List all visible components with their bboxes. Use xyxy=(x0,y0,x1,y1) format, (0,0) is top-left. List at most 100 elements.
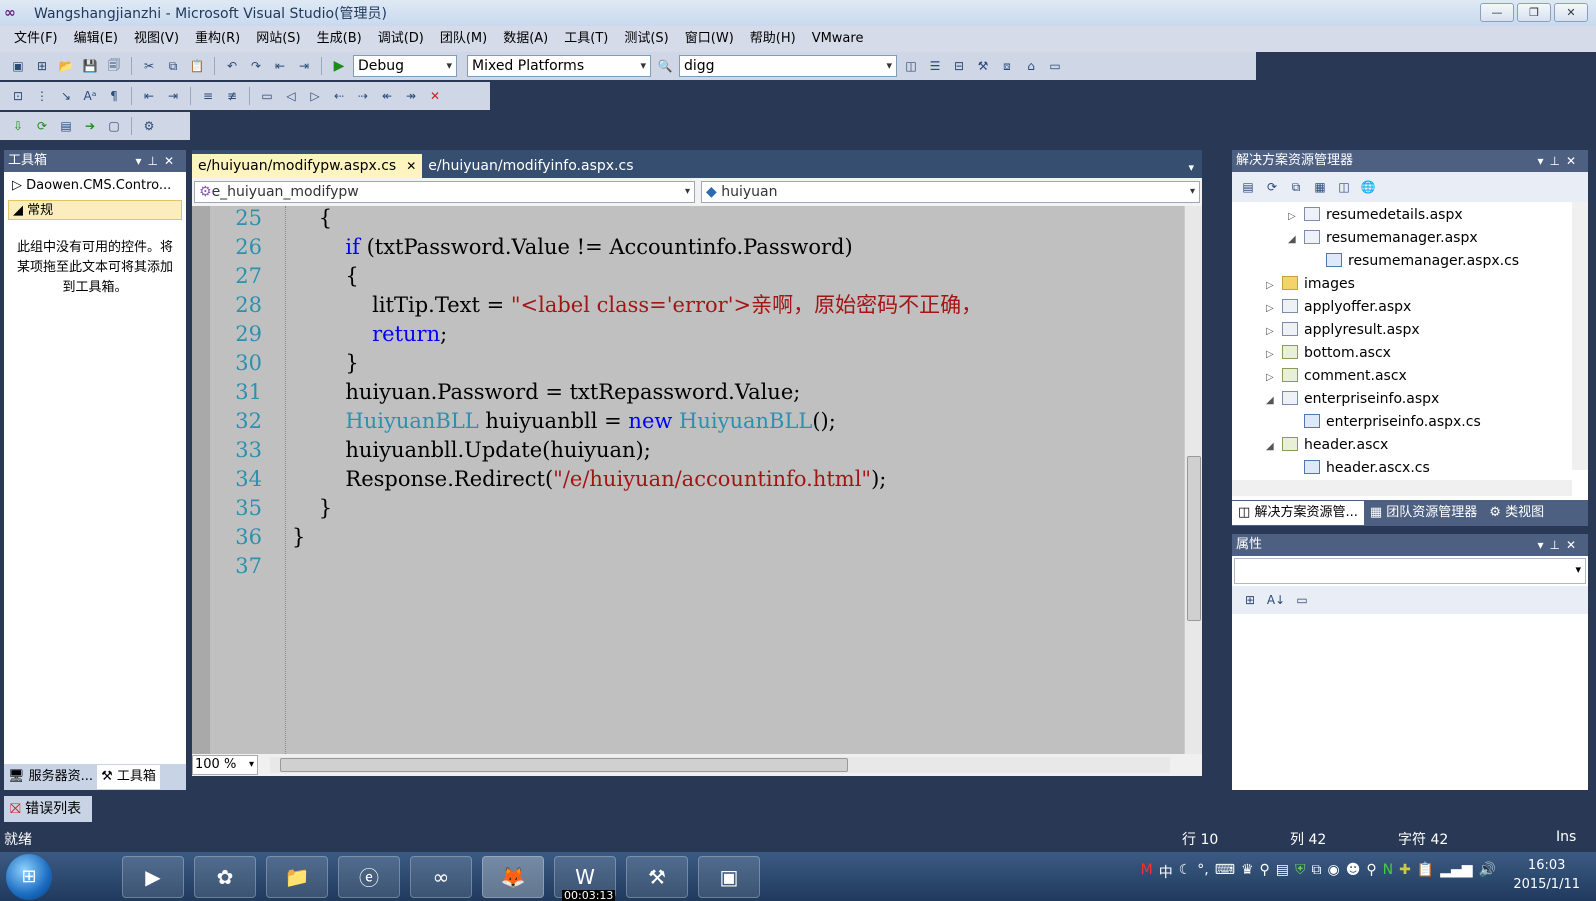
firefox-task[interactable]: 🦊 xyxy=(482,855,544,898)
note-icon[interactable]: N xyxy=(1383,862,1393,882)
tab-list-dropdown-icon[interactable]: ▾ xyxy=(1180,161,1202,178)
document-tray-icon[interactable]: ▤ xyxy=(1276,862,1289,882)
code-line[interactable]: 26 if (txtPassword.Value != Accountinfo.… xyxy=(192,233,1184,262)
toolbox-icon[interactable]: ⚒ xyxy=(973,56,993,76)
keyboard-icon[interactable]: ⌨ xyxy=(1215,862,1235,882)
comment-icon[interactable]: ≡ xyxy=(198,86,218,106)
save-all-icon[interactable]: 🗐 xyxy=(104,56,124,76)
add-item-icon[interactable]: ⊞ xyxy=(32,56,52,76)
decrease-indent-icon[interactable]: ⇤ xyxy=(139,86,159,106)
search-tray-icon[interactable]: ⚲ xyxy=(1366,862,1376,882)
dropdown-icon[interactable]: ▾ xyxy=(1537,538,1549,552)
code-line[interactable]: 32 HuiyuanBLL huiyuanbll = new HuiyuanBL… xyxy=(192,407,1184,436)
menu-item[interactable]: 视图(V) xyxy=(126,26,187,52)
tree-item[interactable]: ▷ resumedetails.aspx xyxy=(1288,204,1463,227)
close-icon[interactable]: ✕ xyxy=(1566,154,1582,168)
menu-item[interactable]: 工具(T) xyxy=(556,26,616,52)
tab-class-view[interactable]: ⚙ 类视图 xyxy=(1483,501,1550,525)
tab-modifyinfo[interactable]: e/huiyuan/modifyinfo.aspx.cs xyxy=(422,154,639,178)
gmail-icon[interactable]: M xyxy=(1141,862,1153,882)
toolbox-group-general[interactable]: ◢ 常规 xyxy=(8,200,182,220)
moon-icon[interactable]: ☾ xyxy=(1179,862,1192,882)
media-player-task[interactable]: ▶ xyxy=(122,855,184,898)
menu-item[interactable]: 编辑(E) xyxy=(66,26,126,52)
restore-button[interactable]: ❐ xyxy=(1517,3,1551,22)
network-tray-icon[interactable]: ⧉ xyxy=(1312,862,1322,882)
tray-tool-icon[interactable]: ⚲ xyxy=(1260,862,1270,882)
cancel-build-icon[interactable]: ▢ xyxy=(104,116,124,136)
publish-icon[interactable]: ➔ xyxy=(80,116,100,136)
find-combo[interactable]: digg xyxy=(679,55,897,77)
code-line[interactable]: 36} xyxy=(192,523,1184,552)
quick-info-icon[interactable]: Aᵃ xyxy=(80,86,100,106)
menu-item[interactable]: 生成(B) xyxy=(309,26,370,52)
close-window-button[interactable]: ✕ xyxy=(1554,3,1588,22)
rebuild-icon[interactable]: ⟳ xyxy=(32,116,52,136)
prev-bookmark-doc-icon[interactable]: ↞ xyxy=(377,86,397,106)
build-selection-icon[interactable]: ▤ xyxy=(56,116,76,136)
code-line[interactable]: 33 huiyuanbll.Update(huiyuan); xyxy=(192,436,1184,465)
menu-item[interactable]: 网站(S) xyxy=(248,26,308,52)
class-navigation-select[interactable]: ⚙e_huiyuan_modifypw xyxy=(194,181,695,203)
tab-team-explorer[interactable]: ▦ 团队资源管理器 xyxy=(1364,501,1483,525)
tree-item[interactable]: ▷ comment.ascx xyxy=(1266,365,1407,388)
member-navigation-select[interactable]: ◆ huiyuan xyxy=(701,181,1200,203)
window-task[interactable]: ▣ xyxy=(698,855,760,898)
vertical-scrollbar[interactable] xyxy=(1184,206,1202,754)
code-line[interactable]: 25 { xyxy=(192,206,1184,233)
clipboard-icon[interactable]: 📋 xyxy=(1417,862,1434,882)
explorer-task[interactable]: 📁 xyxy=(266,855,328,898)
web-config-icon[interactable]: 🌐 xyxy=(1358,177,1378,197)
code-line[interactable]: 30 } xyxy=(192,349,1184,378)
dropdown-icon[interactable]: ▾ xyxy=(1537,154,1549,168)
skin-icon[interactable]: ♛ xyxy=(1241,862,1254,882)
refresh-icon[interactable]: ⟳ xyxy=(1262,177,1282,197)
tree-item[interactable]: ◢ resumemanager.aspx xyxy=(1288,227,1478,250)
punctuation-icon[interactable]: °, xyxy=(1197,862,1208,882)
toolbox-group-daowen[interactable]: ▷ Daowen.CMS.Contro... xyxy=(8,176,182,196)
properties-icon[interactable]: ☰ xyxy=(925,56,945,76)
close-icon[interactable]: ✕ xyxy=(1566,538,1582,552)
code-line[interactable]: 28 litTip.Text = "<label class='error'>亲… xyxy=(192,291,1184,320)
next-bookmark-folder-icon[interactable]: ⇢ xyxy=(353,86,373,106)
solution-config-select[interactable]: Debug xyxy=(353,55,457,77)
horizontal-scroll-thumb[interactable] xyxy=(280,758,848,772)
find-in-files-icon[interactable]: 🔍 xyxy=(655,56,675,76)
navigate-forward-icon[interactable]: ⇥ xyxy=(294,56,314,76)
add-icon[interactable]: ✚ xyxy=(1399,862,1411,882)
tree-item[interactable]: ◢ enterpriseinfo.aspx xyxy=(1266,388,1439,411)
menu-item[interactable]: 文件(F) xyxy=(6,26,66,52)
tree-horizontal-scrollbar[interactable] xyxy=(1232,480,1572,496)
command-window-icon[interactable]: ▭ xyxy=(1045,56,1065,76)
menu-item[interactable]: 测试(S) xyxy=(616,26,676,52)
open-file-icon[interactable]: 📂 xyxy=(56,56,76,76)
build-config-icon[interactable]: ⚙ xyxy=(139,116,159,136)
cut-icon[interactable]: ✂ xyxy=(139,56,159,76)
code-line[interactable]: 29 return; xyxy=(192,320,1184,349)
menu-item[interactable]: 团队(M) xyxy=(432,26,495,52)
uncomment-icon[interactable]: ≢ xyxy=(222,86,242,106)
vertical-scroll-thumb[interactable] xyxy=(1187,456,1201,621)
pin-icon[interactable]: ⊥ xyxy=(1549,154,1565,168)
monitor-tray-icon[interactable]: ◉ xyxy=(1328,862,1340,882)
expand-arrow-icon[interactable]: ◢ xyxy=(1266,435,1282,458)
tree-vertical-scrollbar[interactable] xyxy=(1572,202,1588,470)
ime-icon[interactable]: 中 xyxy=(1159,862,1173,882)
menu-item[interactable]: 调试(D) xyxy=(370,26,432,52)
categorized-icon[interactable]: ⊞ xyxy=(1240,590,1260,610)
alphabetical-icon[interactable]: A↓ xyxy=(1266,590,1286,610)
code-line[interactable]: 34 Response.Redirect("/e/huiyuan/account… xyxy=(192,465,1184,494)
expand-arrow-icon[interactable]: ◢ xyxy=(1266,389,1282,412)
menu-item[interactable]: 数据(A) xyxy=(495,26,556,52)
properties-icon[interactable]: ▤ xyxy=(1238,177,1258,197)
menu-item[interactable]: 窗口(W) xyxy=(677,26,742,52)
menu-item[interactable]: 重构(R) xyxy=(187,26,248,52)
property-pages-icon[interactable]: ▭ xyxy=(1292,590,1312,610)
expand-arrow-icon[interactable]: ▷ xyxy=(1266,320,1282,343)
save-icon[interactable]: 💾 xyxy=(80,56,100,76)
view-designer-icon[interactable]: ◫ xyxy=(1334,177,1354,197)
start-page-icon[interactable]: ⌂ xyxy=(1021,56,1041,76)
tree-item[interactable]: ▷ applyoffer.aspx xyxy=(1266,296,1411,319)
extension-manager-icon[interactable]: ⧈ xyxy=(997,56,1017,76)
qq-icon[interactable]: ☻ xyxy=(1346,862,1361,882)
